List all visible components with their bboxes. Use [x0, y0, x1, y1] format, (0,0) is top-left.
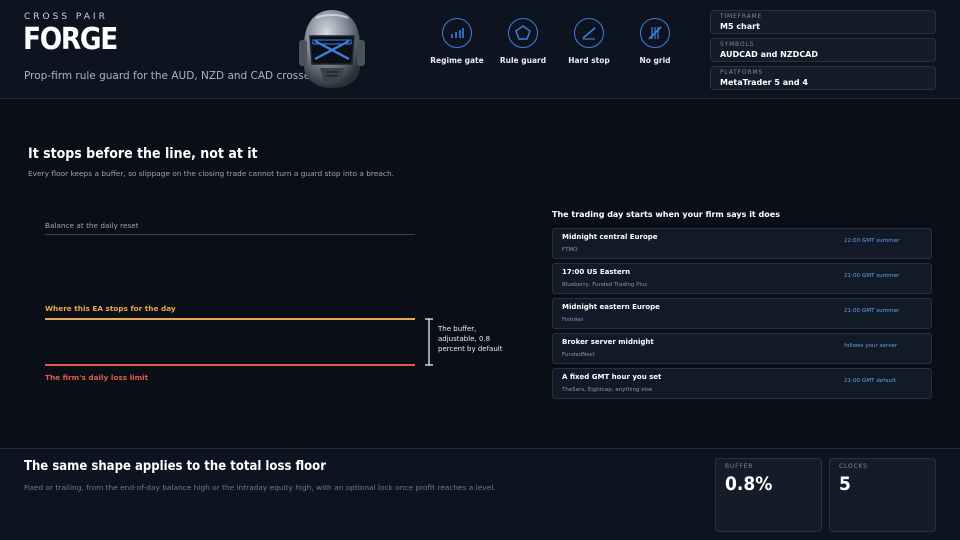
timezones-title: The trading day starts when your firm sa…: [552, 210, 780, 219]
loss-limit-line: [45, 364, 415, 366]
slash-stop-icon: [582, 27, 596, 40]
feature-ring: [508, 18, 538, 48]
stat-value: 0.8%: [725, 473, 773, 495]
feature-ring: [442, 18, 472, 48]
timezone-row: Midnight central Europe FTMO 22:00 GMT s…: [552, 228, 932, 259]
timezone-row: Midnight eastern Europe Fintokei 21:00 G…: [552, 298, 932, 329]
brand-title: FORGE: [23, 22, 118, 57]
spec-key: SYMBOLS: [720, 41, 755, 48]
pentagon-icon: [515, 25, 531, 40]
spec-value: M5 chart: [720, 22, 760, 31]
ea-stop-line: [45, 318, 415, 320]
balance-label: Balance at the daily reset: [45, 221, 139, 230]
balance-line: [45, 234, 415, 235]
buffer-note: The buffer, adjustable, 0.8 percent by d…: [438, 325, 503, 353]
timezone-gmt: 21:00 GMT summer: [844, 273, 900, 279]
timezone-title: Midnight eastern Europe: [562, 303, 660, 311]
feature-rule-guard: Rule guard: [488, 18, 558, 65]
timezone-firms: Blueberry, Funded Trading Plus: [562, 282, 648, 288]
section-title: It stops before the line, not at it: [28, 146, 258, 162]
feature-label: Rule guard: [499, 56, 547, 65]
spec-symbols: SYMBOLS AUDCAD and NZDCAD: [710, 38, 936, 62]
helmet-icon: [299, 10, 365, 88]
timezone-firms: FTMO: [562, 247, 578, 253]
timezone-title: A fixed GMT hour you set: [562, 373, 662, 381]
spec-key: TIMEFRAME: [720, 13, 763, 20]
stat-buffer: BUFFER 0.8%: [715, 458, 822, 532]
spec-platforms: PLATFORMS MetaTrader 5 and 4: [710, 66, 936, 90]
timezone-title: 17:00 US Eastern: [562, 268, 631, 276]
timezone-firms: The5ers, Eightcap, anything else: [562, 387, 653, 393]
tagline: Prop-firm rule guard for the AUD, NZD an…: [24, 70, 316, 82]
footer-subtitle: Fixed or trailing, from the end-of-day b…: [24, 483, 496, 492]
timezone-gmt: 21:00 GMT summer: [844, 308, 900, 314]
feature-ring: [574, 18, 604, 48]
timezone-firms: FundedNext: [562, 352, 596, 358]
spec-value: MetaTrader 5 and 4: [720, 78, 808, 87]
stat-value: 5: [839, 473, 851, 495]
eyebrow: CROSS PAIR: [24, 12, 108, 22]
buffer-bracket: [425, 318, 433, 366]
footer: The same shape applies to the total loss…: [0, 448, 960, 540]
timezone-firms: Fintokei: [562, 317, 584, 323]
stat-clocks: CLOCKS 5: [829, 458, 936, 532]
timezone-gmt: 21:00 GMT default: [844, 378, 896, 384]
stat-key: BUFFER: [725, 463, 754, 470]
timezone-row: 17:00 US Eastern Blueberry, Funded Tradi…: [552, 263, 932, 294]
timezone-row: A fixed GMT hour you set The5ers, Eightc…: [552, 368, 932, 399]
feature-regime-gate: Regime gate: [422, 18, 492, 65]
timezone-gmt: follows your server: [844, 343, 898, 349]
ea-stop-label: Where this EA stops for the day: [45, 304, 176, 313]
section-subtitle: Every floor keeps a buffer, so slippage …: [28, 169, 395, 178]
timezone-row: Broker server midnight FundedNext follow…: [552, 333, 932, 364]
feature-label: No grid: [639, 56, 671, 65]
spec-value: AUDCAD and NZDCAD: [720, 50, 819, 59]
timezone-title: Broker server midnight: [562, 338, 654, 346]
feature-label: Hard stop: [568, 56, 610, 65]
no-grid-icon: [648, 26, 662, 40]
feature-no-grid: No grid: [620, 18, 690, 65]
stat-key: CLOCKS: [839, 463, 868, 470]
footer-title: The same shape applies to the total loss…: [24, 459, 327, 474]
feature-hard-stop: Hard stop: [554, 18, 624, 65]
spec-key: PLATFORMS: [720, 69, 763, 76]
timezone-gmt: 22:00 GMT summer: [844, 238, 900, 244]
feature-ring: [640, 18, 670, 48]
timezone-title: Midnight central Europe: [562, 233, 658, 241]
spec-timeframe: TIMEFRAME M5 chart: [710, 10, 936, 34]
bar-chart-icon: [451, 28, 464, 38]
header: CROSS PAIR FORGE Prop-firm rule guard fo…: [0, 0, 960, 99]
loss-limit-label: The firm's daily loss limit: [45, 373, 149, 382]
feature-label: Regime gate: [430, 56, 484, 65]
